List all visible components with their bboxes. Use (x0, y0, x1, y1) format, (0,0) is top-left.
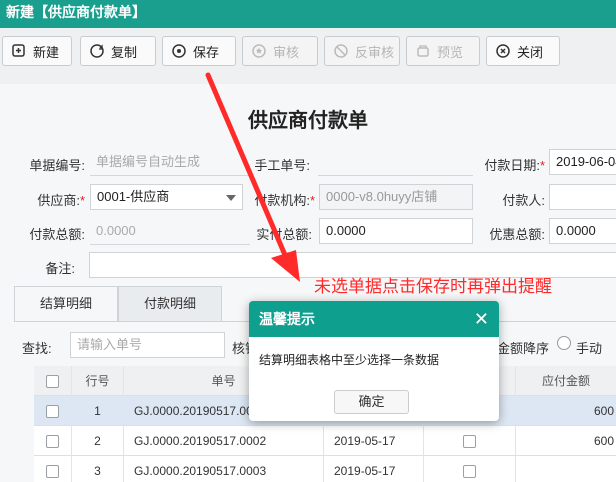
alert-dialog: 温馨提示 ✕ 结算明细表格中至少选择一条数据 确定 (249, 301, 499, 421)
dialog-message: 结算明细表格中至少选择一条数据 (259, 353, 440, 367)
close-icon[interactable]: ✕ (474, 301, 489, 337)
dialog-title: 温馨提示 (259, 311, 315, 327)
confirm-button[interactable]: 确定 (334, 390, 409, 414)
dialog-header: 温馨提示 ✕ (249, 301, 499, 337)
annotation-text: 未选单据点击保存时再弹出提醒 (314, 277, 552, 296)
